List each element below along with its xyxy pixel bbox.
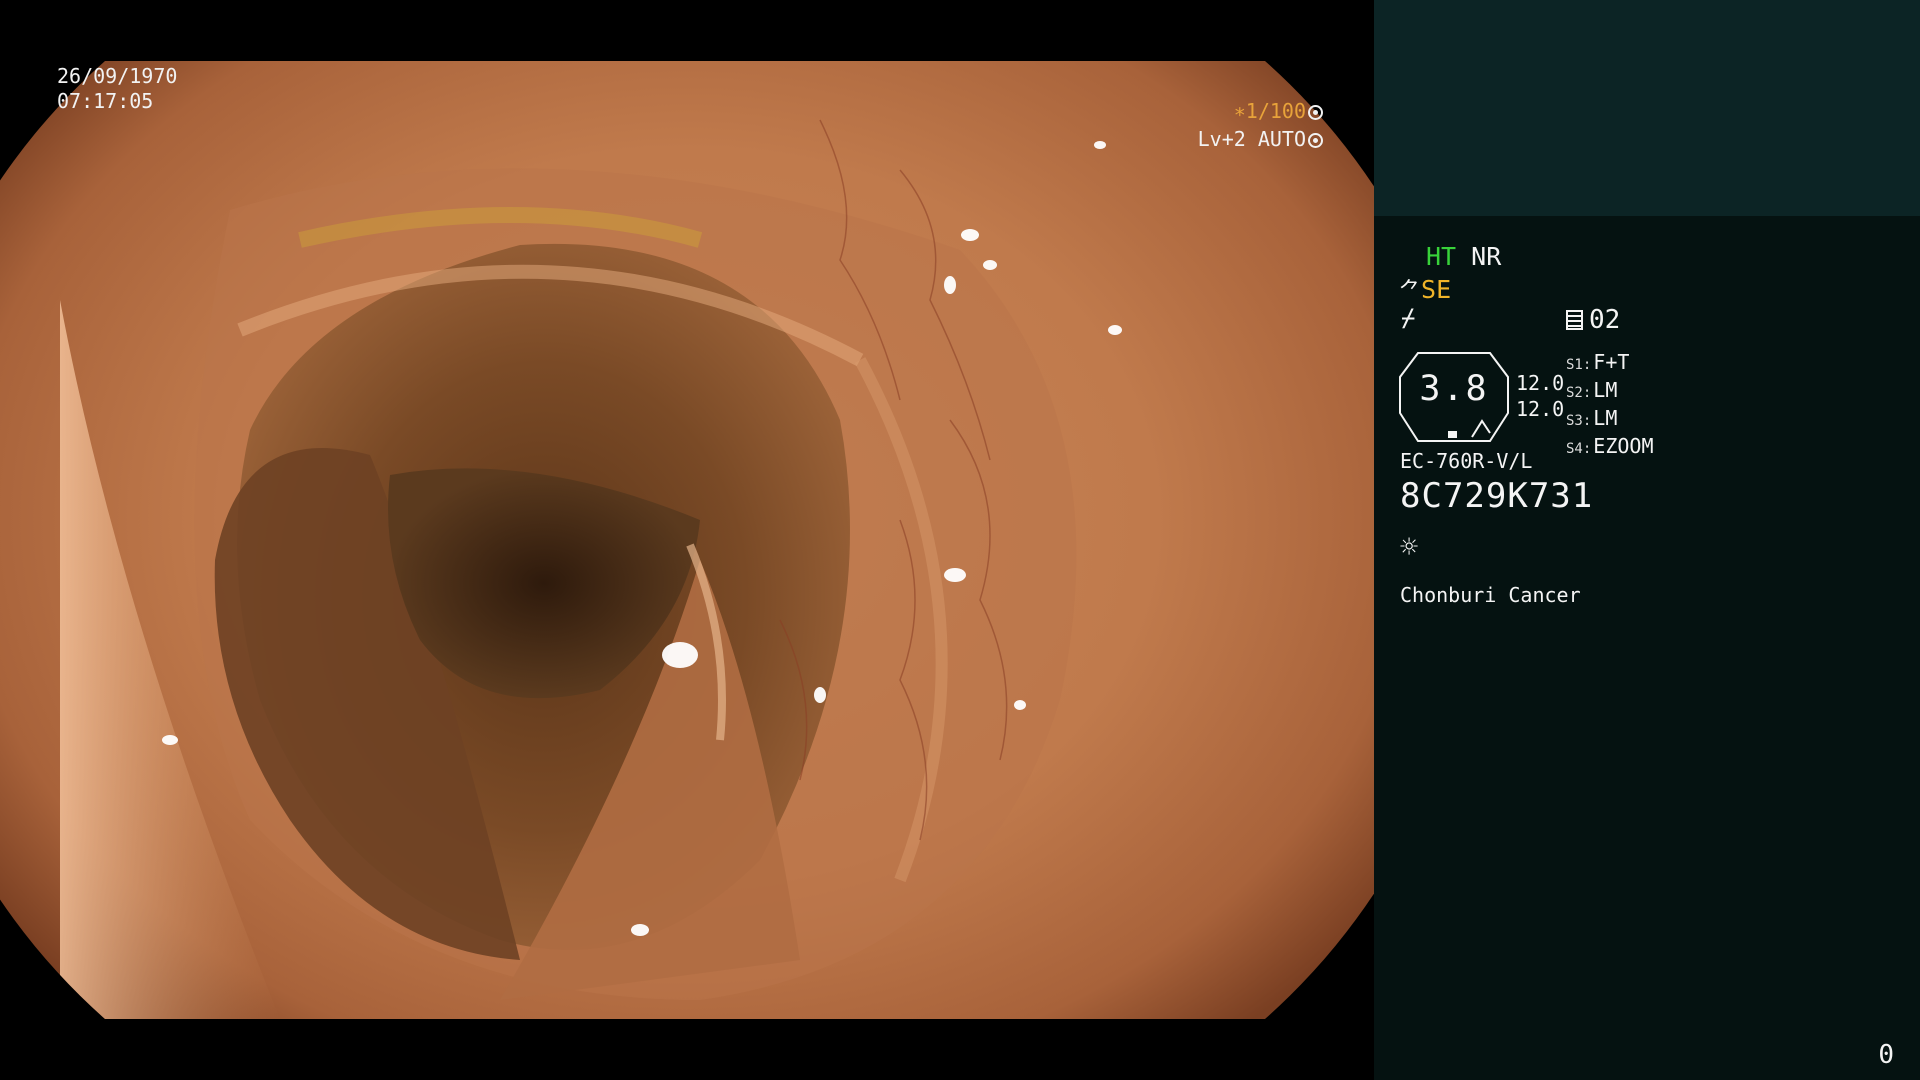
institution-name: Chonburi Cancer [1400,583,1581,607]
memo-row: 02 [1566,305,1620,335]
colonoscopy-image [0,61,1374,1019]
panel-header-block [1374,0,1920,216]
exam-date: 26/09/1970 [57,64,178,88]
se-label: SE [1421,275,1452,304]
scope-serial: 8C729K731 [1400,476,1594,516]
shutter-speed: ∗1/100 [1233,99,1306,123]
value-list: 12.0 12.0 [1516,370,1564,422]
structure-enhancement-row: ⌿ [1401,304,1415,332]
endoscopy-viewport: 26/09/1970 07:17:05 ∗1/100 Lv+2 AUTO [0,0,1374,1080]
frame-counter: 0 [1878,1040,1894,1070]
exam-datetime: 26/09/1970 07:17:05 [57,64,177,114]
zoom-value: 3.8 [1419,369,1489,409]
setting-s1: S1: F+T [1566,350,1630,374]
iris-indicator: Lv+2 AUTO [1198,127,1323,151]
ht-nr-row: HT NR [1426,242,1501,271]
shutter-indicator: ∗1/100 [1234,99,1323,123]
hand-pump-icon: ⺈ [1399,279,1422,304]
iris-icon [1308,133,1323,148]
switch-settings: S1: F+T S2: LM S3: LM S4: EZOOM [1566,350,1654,462]
zoom-indicator: 3.8 [1398,351,1510,443]
light-source-icon: ☼ [1400,530,1419,565]
memo-number: 02 [1589,305,1621,335]
aperture-icon [1308,105,1323,120]
value-2: 12.0 [1516,397,1565,421]
exam-time: 07:17:05 [57,89,154,113]
iris-mode: Lv+2 AUTO [1197,127,1306,151]
scope-model: EC-760R-V/L [1400,449,1533,473]
value-1: 12.0 [1516,371,1565,395]
status-panel: HT NR ⺈SE ⌿ 02 3.8 12.0 12.0 S1: F+T S2: L… [1374,0,1920,1080]
nr-label: NR [1471,242,1502,271]
structure-enhancement-icon: ⌿ [1401,304,1416,332]
setting-s2: S2: LM [1566,378,1618,402]
se-row: ⺈SE [1399,273,1451,305]
setting-s3: S3: LM [1566,406,1618,430]
ht-label: HT [1426,242,1457,271]
setting-s4: S4: EZOOM [1566,434,1654,458]
memo-icon [1566,310,1583,330]
